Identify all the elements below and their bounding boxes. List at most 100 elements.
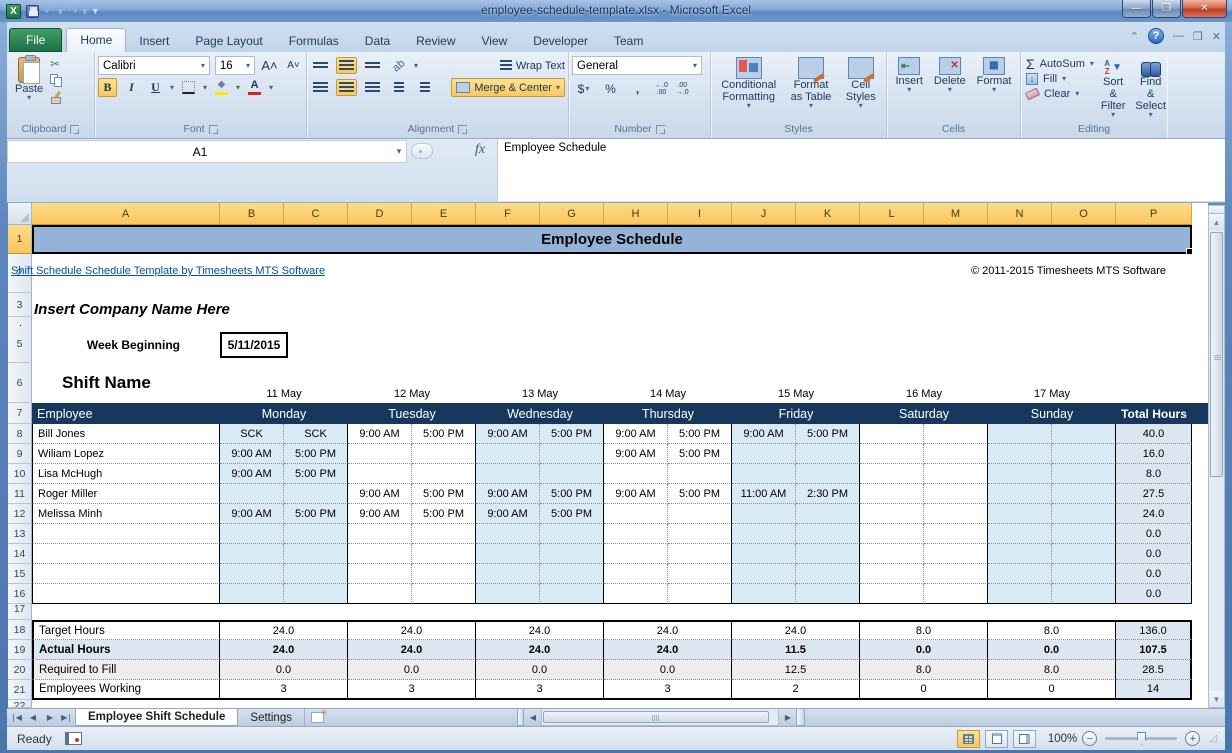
summary-value-cell[interactable]: 3 [604, 680, 732, 700]
shift-time-cell[interactable] [540, 564, 604, 584]
shift-time-cell[interactable]: 5:00 PM [412, 484, 476, 504]
summary-value-cell[interactable]: 0.0 [988, 640, 1116, 660]
tab-insert[interactable]: Insert [126, 30, 182, 52]
shift-time-cell[interactable]: 9:00 AM [604, 424, 668, 444]
select-all-corner[interactable] [8, 203, 32, 225]
cut-icon[interactable]: ✂ [50, 58, 63, 70]
shift-time-cell[interactable] [348, 464, 412, 484]
shift-time-cell[interactable] [796, 504, 860, 524]
shift-time-cell[interactable]: 9:00 AM [604, 484, 668, 504]
shrink-font-icon[interactable]: A˅ [284, 56, 303, 75]
prev-sheet-icon[interactable]: ◀ [24, 709, 41, 726]
summary-value-cell[interactable]: 0.0 [348, 660, 476, 680]
shift-time-cell[interactable] [924, 484, 988, 504]
total-hours-cell[interactable]: 16.0 [1116, 444, 1192, 464]
copy-icon[interactable] [50, 74, 63, 87]
sheet-tab-employee-shift-schedule[interactable]: Employee Shift Schedule [75, 709, 238, 726]
resize-grip-icon[interactable]: ◿ [1209, 733, 1217, 744]
name-box[interactable]: A1 ▾ [7, 140, 407, 163]
align-left-icon[interactable] [310, 79, 331, 96]
orientation-icon[interactable]: ab [385, 52, 412, 79]
row-header[interactable]: 9 [8, 444, 32, 464]
font-family-combo[interactable]: Calibri▾ [98, 56, 210, 75]
column-header-A[interactable]: A [32, 203, 220, 225]
tab-team[interactable]: Team [601, 30, 656, 52]
shift-time-cell[interactable]: 5:00 PM [412, 424, 476, 444]
shift-time-cell[interactable] [604, 584, 668, 604]
employee-name-cell[interactable] [32, 584, 220, 604]
shift-time-cell[interactable]: 5:00 PM [668, 484, 732, 504]
total-hours-cell[interactable]: 0.0 [1116, 524, 1192, 544]
summary-value-cell[interactable]: 8.0 [860, 660, 988, 680]
last-sheet-icon[interactable]: ▶❘ [58, 709, 75, 726]
row-header[interactable]: 15 [8, 564, 32, 584]
shift-time-cell[interactable] [988, 504, 1052, 524]
formula-input[interactable]: Employee Schedule [497, 139, 1225, 201]
summary-value-cell[interactable]: 8.0 [988, 620, 1116, 640]
horizontal-split-handle[interactable] [796, 709, 805, 726]
doc-minimize-icon[interactable]: — [1173, 30, 1184, 42]
summary-value-cell[interactable]: 0.0 [220, 660, 348, 680]
row-header[interactable]: 21 [8, 680, 32, 700]
shift-time-cell[interactable] [284, 584, 348, 604]
shift-time-cell[interactable] [1052, 444, 1116, 464]
row-header[interactable]: 22 [8, 700, 32, 708]
grow-font-icon[interactable]: A˄ [260, 56, 279, 75]
normal-view-button[interactable] [957, 730, 980, 748]
fill-button[interactable]: ↓Fill▾ [1026, 73, 1094, 85]
shift-time-cell[interactable] [604, 524, 668, 544]
row-header[interactable]: 16 [8, 584, 32, 604]
total-hours-cell[interactable]: 24.0 [1116, 504, 1192, 524]
summary-value-cell[interactable]: 24.0 [220, 620, 348, 640]
summary-total-cell[interactable]: 28.5 [1116, 660, 1192, 680]
summary-total-cell[interactable]: 107.5 [1116, 640, 1192, 660]
shift-time-cell[interactable] [668, 524, 732, 544]
italic-button[interactable]: I [122, 78, 141, 97]
shift-time-cell[interactable] [348, 444, 412, 464]
row-header[interactable]: 11 [8, 484, 32, 504]
shift-time-cell[interactable] [860, 464, 924, 484]
tab-home[interactable]: Home [66, 28, 126, 52]
summary-value-cell[interactable]: 0.0 [476, 660, 604, 680]
shift-time-cell[interactable] [796, 544, 860, 564]
row-header[interactable]: 10 [8, 464, 32, 484]
shift-time-cell[interactable] [1052, 524, 1116, 544]
shift-time-cell[interactable]: 9:00 AM [604, 444, 668, 464]
shift-time-cell[interactable]: 5:00 PM [284, 444, 348, 464]
shift-time-cell[interactable] [860, 544, 924, 564]
row-header[interactable]: 13 [8, 524, 32, 544]
name-box-arrow-icon[interactable]: ▾ [392, 146, 406, 157]
shift-time-cell[interactable]: 9:00 AM [348, 424, 412, 444]
shift-time-cell[interactable]: SCK [220, 424, 284, 444]
currency-icon[interactable]: $▾ [574, 79, 593, 98]
summary-value-cell[interactable]: 0 [860, 680, 988, 700]
fill-color-icon[interactable]: ◆ [212, 78, 231, 97]
shift-time-cell[interactable]: 9:00 AM [220, 444, 284, 464]
shift-time-cell[interactable] [348, 564, 412, 584]
row-header[interactable]: 5 [8, 326, 32, 363]
percent-icon[interactable]: % [601, 79, 620, 98]
shift-time-cell[interactable] [220, 484, 284, 504]
shift-time-cell[interactable]: 5:00 PM [284, 464, 348, 484]
summary-value-cell[interactable]: 12.5 [732, 660, 860, 680]
shift-time-cell[interactable]: SCK [284, 424, 348, 444]
increase-decimal-icon[interactable]: ←.0.00 [655, 82, 668, 96]
shift-time-cell[interactable] [1052, 584, 1116, 604]
company-name-text[interactable]: Insert Company Name Here [32, 293, 230, 326]
column-header-H[interactable]: H [604, 203, 668, 225]
summary-label-cell[interactable]: Actual Hours [32, 640, 220, 660]
align-center-icon[interactable] [336, 79, 357, 96]
total-hours-cell[interactable]: 27.5 [1116, 484, 1192, 504]
horizontal-scrollbar[interactable] [541, 709, 779, 726]
shift-time-cell[interactable] [860, 484, 924, 504]
tab-formulas[interactable]: Formulas [276, 30, 352, 52]
increase-indent-icon[interactable] [414, 79, 435, 96]
shift-time-cell[interactable] [796, 564, 860, 584]
shift-time-cell[interactable] [1052, 504, 1116, 524]
row-header[interactable]: 6 [8, 363, 32, 403]
summary-value-cell[interactable]: 2 [732, 680, 860, 700]
row-header[interactable]: 7 [8, 403, 32, 424]
shift-time-cell[interactable] [476, 464, 540, 484]
underline-button[interactable]: U [146, 78, 165, 97]
summary-value-cell[interactable]: 24.0 [476, 640, 604, 660]
